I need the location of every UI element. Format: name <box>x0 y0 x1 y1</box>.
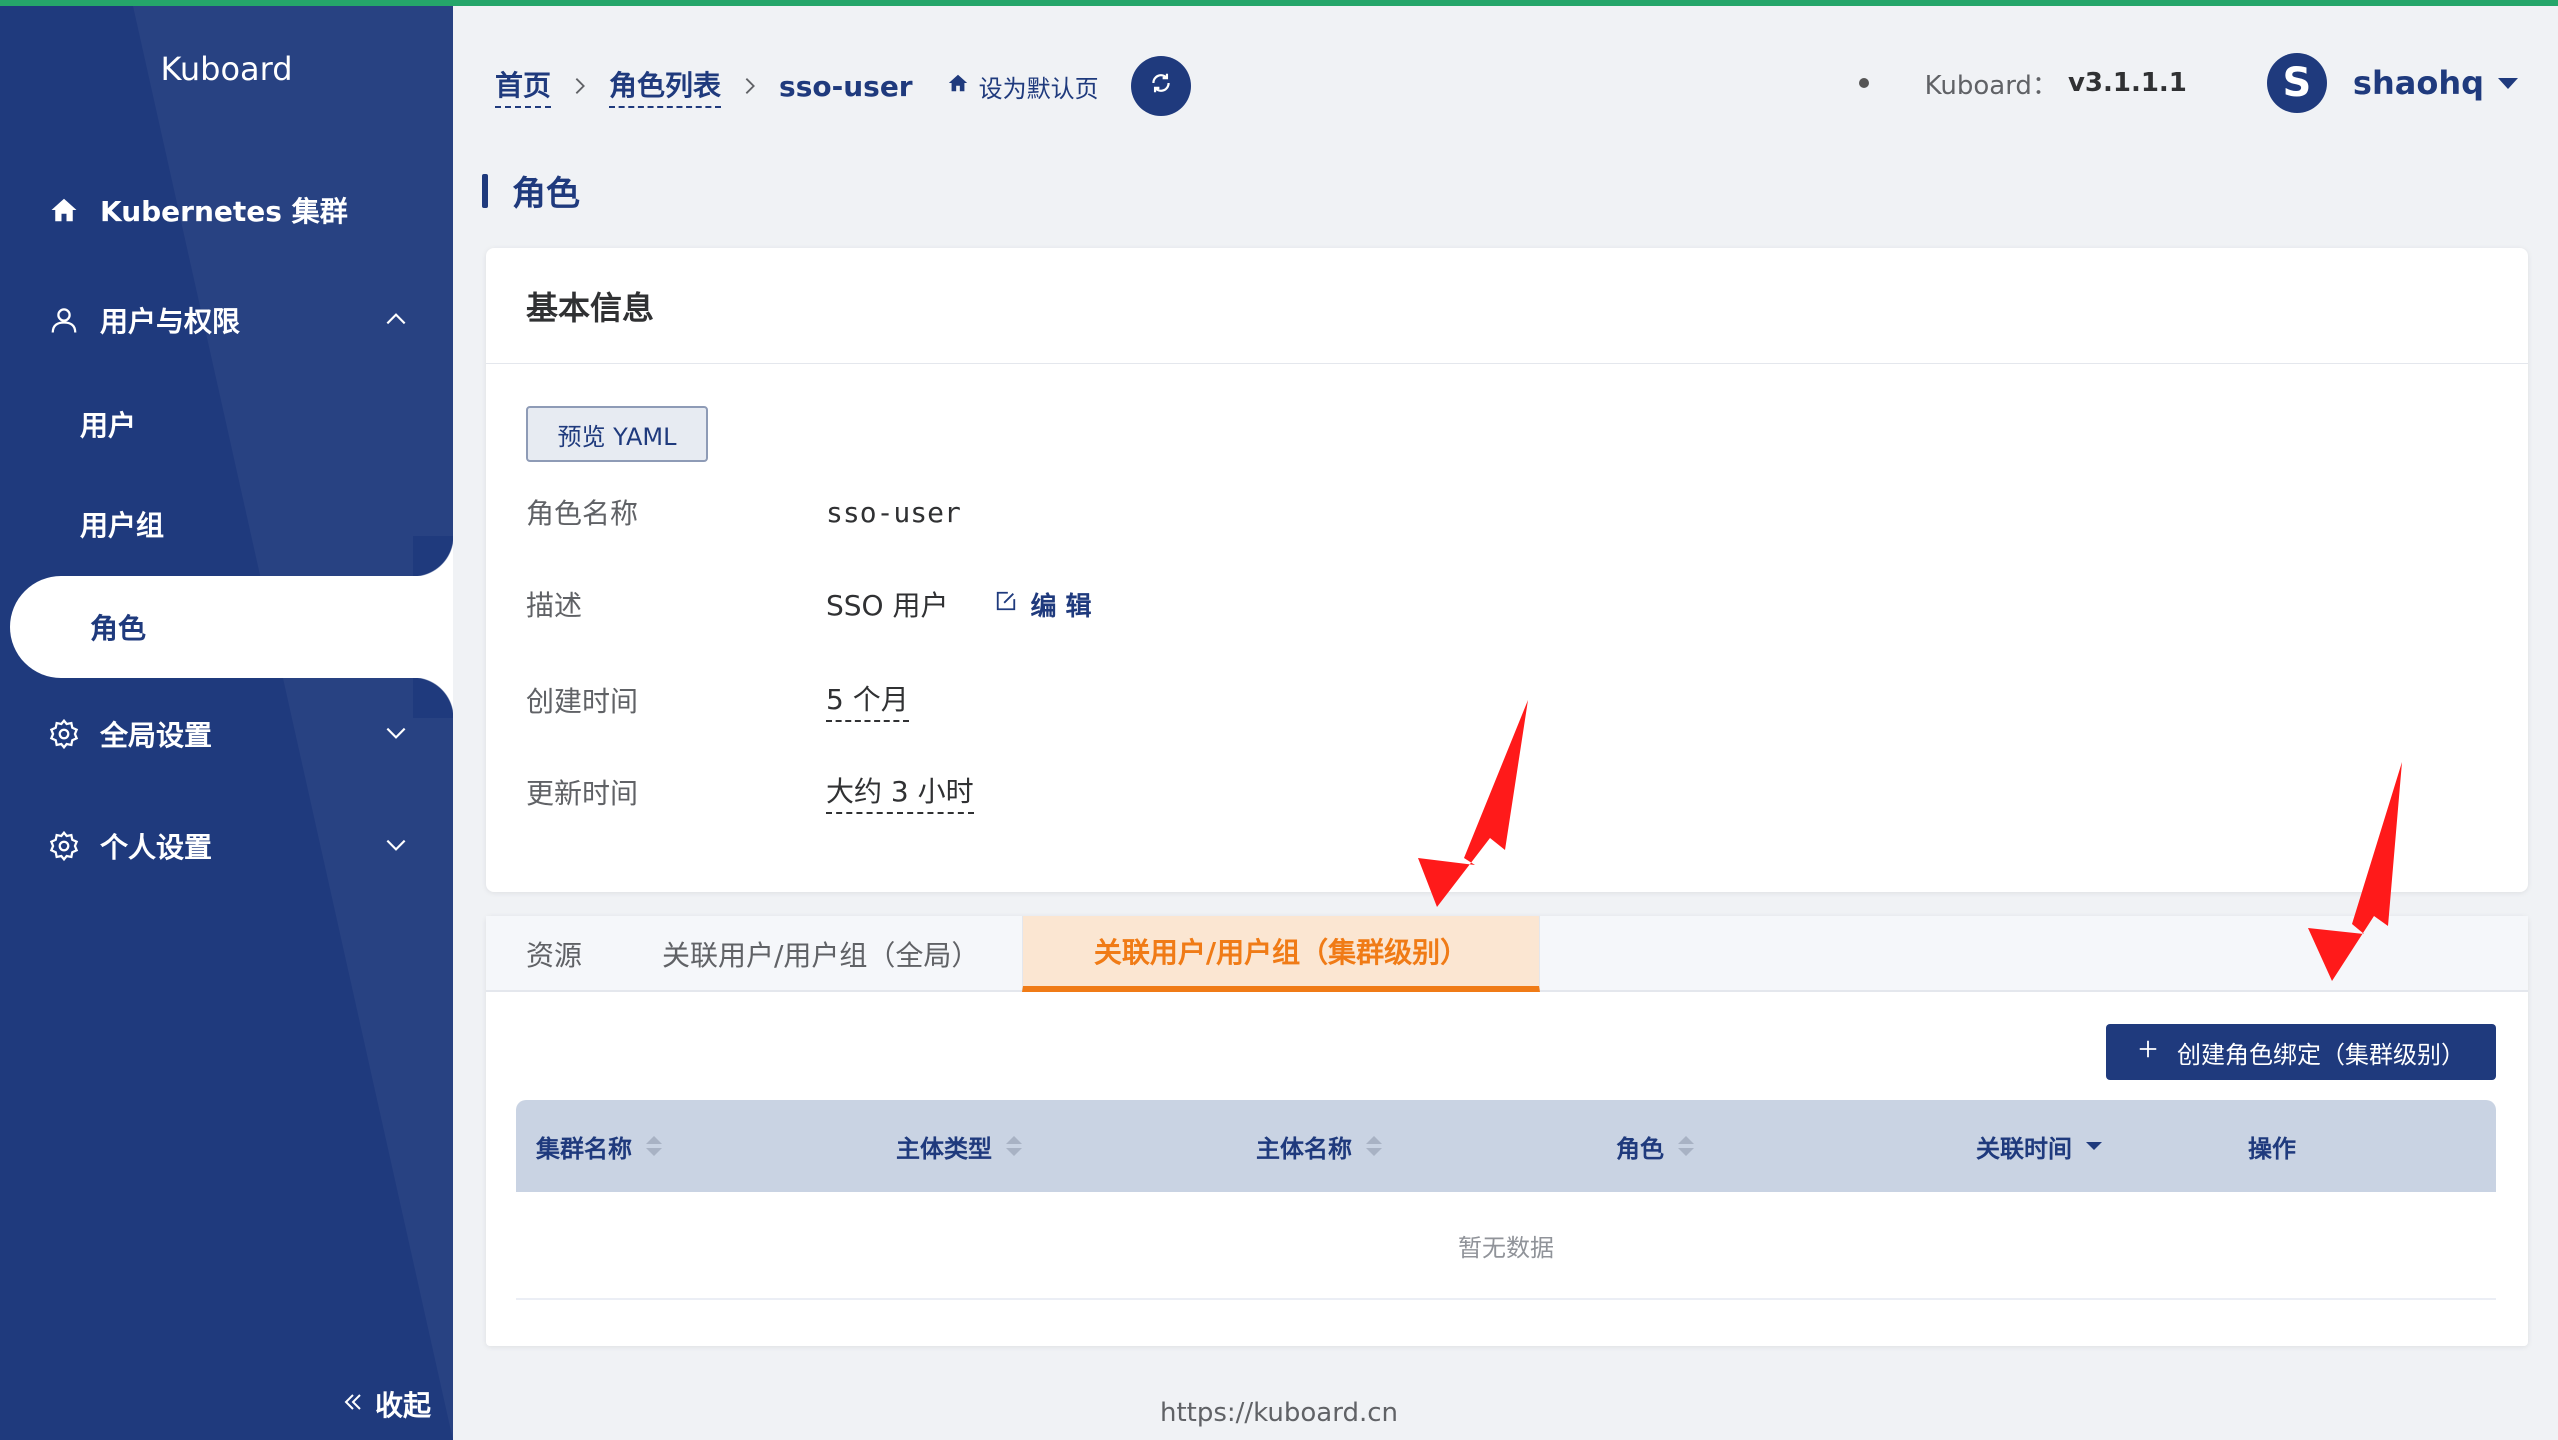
breadcrumb-current: sso-user <box>779 69 913 103</box>
card-title: 基本信息 <box>486 248 2528 364</box>
home-icon <box>46 192 82 228</box>
column-label: 主体类型 <box>896 1134 992 1163</box>
column-subject-type[interactable]: 主体类型 <box>896 1100 1022 1192</box>
avatar[interactable]: S <box>2266 53 2327 113</box>
breadcrumb-home[interactable]: 首页 <box>495 64 552 108</box>
plus-icon <box>2137 1038 2159 1066</box>
chevron-down-icon <box>383 720 409 753</box>
field-label: 角色名称 <box>526 497 639 530</box>
sidebar-item-kubernetes[interactable]: Kubernetes 集群 <box>0 170 453 250</box>
sidebar-item-label: Kubernetes 集群 <box>100 195 348 228</box>
column-label: 操作 <box>2248 1134 2296 1163</box>
column-label: 集群名称 <box>536 1134 632 1163</box>
gear-icon <box>46 716 82 752</box>
chevron-down-icon <box>383 832 409 865</box>
tab-cluster-bindings[interactable]: 关联用户/用户组（集群级别） <box>1022 916 1540 992</box>
column-label: 关联时间 <box>1976 1134 2072 1163</box>
sort-icon[interactable] <box>646 1136 662 1156</box>
chevron-right-icon <box>739 75 761 97</box>
column-subject-name[interactable]: 主体名称 <box>1256 1100 1382 1192</box>
field-value: sso-user <box>826 495 961 529</box>
tab-bar: 资源 关联用户/用户组（全局） 关联用户/用户组（集群级别） <box>486 916 2528 992</box>
page-title-text: 角色 <box>512 174 580 214</box>
sidebar-item-label: 用户与权限 <box>100 305 241 338</box>
table-header: 集群名称 主体类型 主体名称 角色 关联时间 操作 <box>516 1100 2496 1192</box>
top-accent-line <box>0 0 2558 6</box>
sidebar-item-users[interactable]: 用户 <box>0 384 453 464</box>
column-cluster-name[interactable]: 集群名称 <box>536 1100 662 1192</box>
sidebar-item-label: 用户 <box>80 409 137 442</box>
column-label: 角色 <box>1616 1134 1664 1163</box>
field-label: 创建时间 <box>526 685 639 718</box>
field-value: 5 个月 <box>826 678 909 722</box>
footer-link[interactable]: https://kuboard.cn <box>453 1398 2105 1428</box>
set-default-label: 设为默认页 <box>978 74 1099 103</box>
field-value: SSO 用户 <box>826 589 949 622</box>
header-right: Kuboard： v3.1.1.1 S shaohq <box>1858 48 2558 118</box>
column-actions: 操作 <box>2248 1100 2296 1192</box>
sidebar-item-label: 角色 <box>90 612 147 645</box>
set-default-page-link[interactable]: 设为默认页 <box>947 69 1099 104</box>
field-updated-time: 更新时间 大约 3 小时 <box>526 770 974 814</box>
sidebar-item-label: 全局设置 <box>100 719 213 752</box>
refresh-button[interactable] <box>1130 56 1191 116</box>
sort-icon[interactable] <box>1006 1136 1022 1156</box>
user-icon <box>46 302 82 338</box>
sidebar: Kuboard Kubernetes 集群 用户与权限 用户 用户组 角色 全局… <box>0 6 453 1440</box>
column-bound-time[interactable]: 关联时间 <box>1976 1100 2102 1192</box>
refresh-icon <box>1148 70 1174 103</box>
preview-yaml-button[interactable]: 预览 YAML <box>526 406 708 462</box>
sidebar-item-personal-settings[interactable]: 个人设置 <box>0 806 453 886</box>
field-created-time: 创建时间 5 个月 <box>526 678 909 722</box>
column-label: 主体名称 <box>1256 1134 1352 1163</box>
sidebar-item-label: 用户组 <box>80 509 165 542</box>
breadcrumb: 首页 角色列表 sso-user 设为默认页 <box>495 56 1191 116</box>
sort-icon[interactable] <box>1678 1136 1694 1156</box>
page-title: 角色 <box>482 166 580 215</box>
version-value: v3.1.1.1 <box>2067 68 2187 98</box>
field-label: 更新时间 <box>526 777 639 810</box>
sidebar-item-global-settings[interactable]: 全局设置 <box>0 694 453 774</box>
version-label: Kuboard： <box>1924 70 2058 101</box>
column-role[interactable]: 角色 <box>1616 1100 1694 1192</box>
tab-resources[interactable]: 资源 <box>526 916 582 992</box>
edit-label: 编 辑 <box>1030 591 1092 622</box>
sidebar-item-roles[interactable]: 角色 <box>10 536 453 718</box>
field-description: 描述 SSO 用户 编 辑 <box>526 584 1092 624</box>
sort-desc-icon[interactable] <box>2086 1142 2102 1150</box>
double-chevron-left-icon <box>341 1388 365 1421</box>
sidebar-item-user-groups[interactable]: 用户组 <box>0 484 453 564</box>
annotation-arrow <box>2308 762 2402 981</box>
annotation-arrow <box>1418 700 1528 907</box>
bindings-card: 资源 关联用户/用户组（全局） 关联用户/用户组（集群级别） 创建角色绑定（集群… <box>486 916 2528 1346</box>
create-button-label: 创建角色绑定（集群级别） <box>2177 1040 2465 1069</box>
tab-global-bindings[interactable]: 关联用户/用户组（全局） <box>662 916 979 992</box>
collapse-label: 收起 <box>374 1389 431 1422</box>
edit-description-button[interactable]: 编 辑 <box>995 586 1092 623</box>
field-role-name: 角色名称 sso-user <box>526 492 961 532</box>
status-dot <box>1858 78 1869 88</box>
title-bar <box>482 173 488 208</box>
caret-down-icon[interactable] <box>2498 77 2518 89</box>
edit-icon <box>995 589 1017 619</box>
home-icon <box>947 72 969 100</box>
sidebar-collapse-button[interactable]: 收起 <box>341 1384 431 1424</box>
username[interactable]: shaohq <box>2353 64 2484 102</box>
app-logo[interactable]: Kuboard <box>0 50 453 88</box>
field-label: 描述 <box>526 589 583 622</box>
chevron-right-icon <box>569 75 591 97</box>
gear-icon <box>46 828 82 864</box>
chevron-up-icon <box>383 306 409 339</box>
sort-icon[interactable] <box>1366 1136 1382 1156</box>
field-value: 大约 3 小时 <box>826 770 974 814</box>
header: 首页 角色列表 sso-user 设为默认页 Kuboard： v3.1.1.1… <box>453 6 2558 146</box>
sidebar-item-users-permissions[interactable]: 用户与权限 <box>0 280 453 360</box>
breadcrumb-role-list[interactable]: 角色列表 <box>609 64 722 108</box>
create-role-binding-button[interactable]: 创建角色绑定（集群级别） <box>2106 1024 2496 1080</box>
table-empty: 暂无数据 <box>516 1192 2496 1300</box>
sidebar-item-label: 个人设置 <box>100 831 213 864</box>
